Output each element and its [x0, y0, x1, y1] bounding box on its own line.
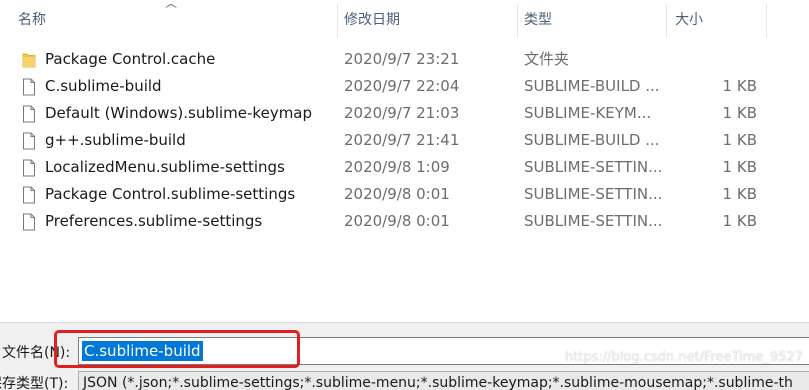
file-icon [22, 213, 36, 231]
file-size: 1 KB [722, 158, 757, 176]
file-type: SUBLIME-KEYM... [524, 104, 652, 122]
file-row[interactable]: g++.sublime-build 2020/9/7 21:41 SUBLIME-B… [0, 127, 809, 154]
file-name: Default (Windows).sublime-keymap [45, 104, 313, 122]
save-file-dialog: ^ 名称 修改日期 类型 大小 Package Control.cache 202… [0, 0, 809, 390]
column-header-type-label: 类型 [524, 12, 552, 28]
file-date: 2020/9/8 0:01 [344, 212, 450, 230]
file-type: SUBLIME-BUILD ... [524, 77, 660, 95]
file-size: 1 KB [722, 104, 757, 122]
file-row[interactable]: Package Control.sublime-settings 2020/9/8… [0, 181, 809, 208]
annotation-highlight-box [54, 330, 300, 368]
file-size: 1 KB [722, 77, 757, 95]
save-type-label: 保存类型(T): [0, 376, 69, 390]
column-divider[interactable] [766, 4, 767, 38]
column-header-name[interactable]: 名称 [18, 0, 338, 40]
file-type: SUBLIME-SETTIN... [524, 158, 663, 176]
column-header-date-label: 修改日期 [344, 12, 400, 28]
file-date: 2020/9/7 21:03 [344, 104, 460, 122]
file-icon [22, 105, 36, 123]
file-type: SUBLIME-BUILD ... [524, 131, 660, 149]
file-name: Preferences.sublime-settings [45, 212, 263, 230]
file-date: 2020/9/7 23:21 [344, 50, 460, 68]
file-row[interactable]: Default (Windows).sublime-keymap 2020/9/7… [0, 100, 809, 127]
file-row[interactable]: Preferences.sublime-settings 2020/9/8 0:0… [0, 208, 809, 235]
file-name: Package Control.sublime-settings [45, 185, 296, 203]
save-type-dropdown[interactable]: JSON (*.json;*.sublime-settings;*.sublim… [78, 371, 809, 390]
file-size: 1 KB [722, 131, 757, 149]
file-row[interactable]: LocalizedMenu.sublime-settings 2020/9/8 1… [0, 154, 809, 181]
folder-icon [22, 51, 36, 69]
watermark: https://blog.csdn.net/FreeTime_9527 [564, 350, 803, 365]
column-header-date[interactable]: 修改日期 [344, 0, 514, 40]
column-header-name-label: 名称 [18, 12, 46, 28]
save-type-value: JSON (*.json;*.sublime-settings;*.sublim… [83, 375, 793, 390]
file-size: 1 KB [722, 185, 757, 203]
file-icon [22, 159, 36, 177]
column-header-size-label: 大小 [675, 12, 703, 28]
column-header-size[interactable]: 大小 [675, 0, 765, 40]
file-name: g++.sublime-build [45, 131, 186, 149]
column-header-type[interactable]: 类型 [524, 0, 664, 40]
file-date: 2020/9/8 1:09 [344, 158, 450, 176]
column-divider[interactable] [517, 4, 518, 38]
file-type: 文件夹 [524, 50, 570, 68]
file-name: Package Control.cache [45, 50, 216, 68]
file-row[interactable]: C.sublime-build 2020/9/7 22:04 SUBLIME-BUI… [0, 73, 809, 100]
file-name: C.sublime-build [45, 77, 162, 95]
file-type: SUBLIME-SETTIN... [524, 185, 663, 203]
file-date: 2020/9/8 0:01 [344, 185, 450, 203]
file-date: 2020/9/7 21:41 [344, 131, 460, 149]
file-icon [22, 132, 36, 150]
file-row[interactable]: Package Control.cache 2020/9/7 23:21 文件夹 [0, 46, 809, 73]
file-type: SUBLIME-SETTIN... [524, 212, 663, 230]
file-icon [22, 186, 36, 204]
column-divider[interactable] [337, 4, 338, 38]
file-icon [22, 78, 36, 96]
file-date: 2020/9/7 22:04 [344, 77, 460, 95]
file-name: LocalizedMenu.sublime-settings [45, 158, 285, 176]
column-divider[interactable] [666, 4, 667, 38]
file-size: 1 KB [722, 212, 757, 230]
